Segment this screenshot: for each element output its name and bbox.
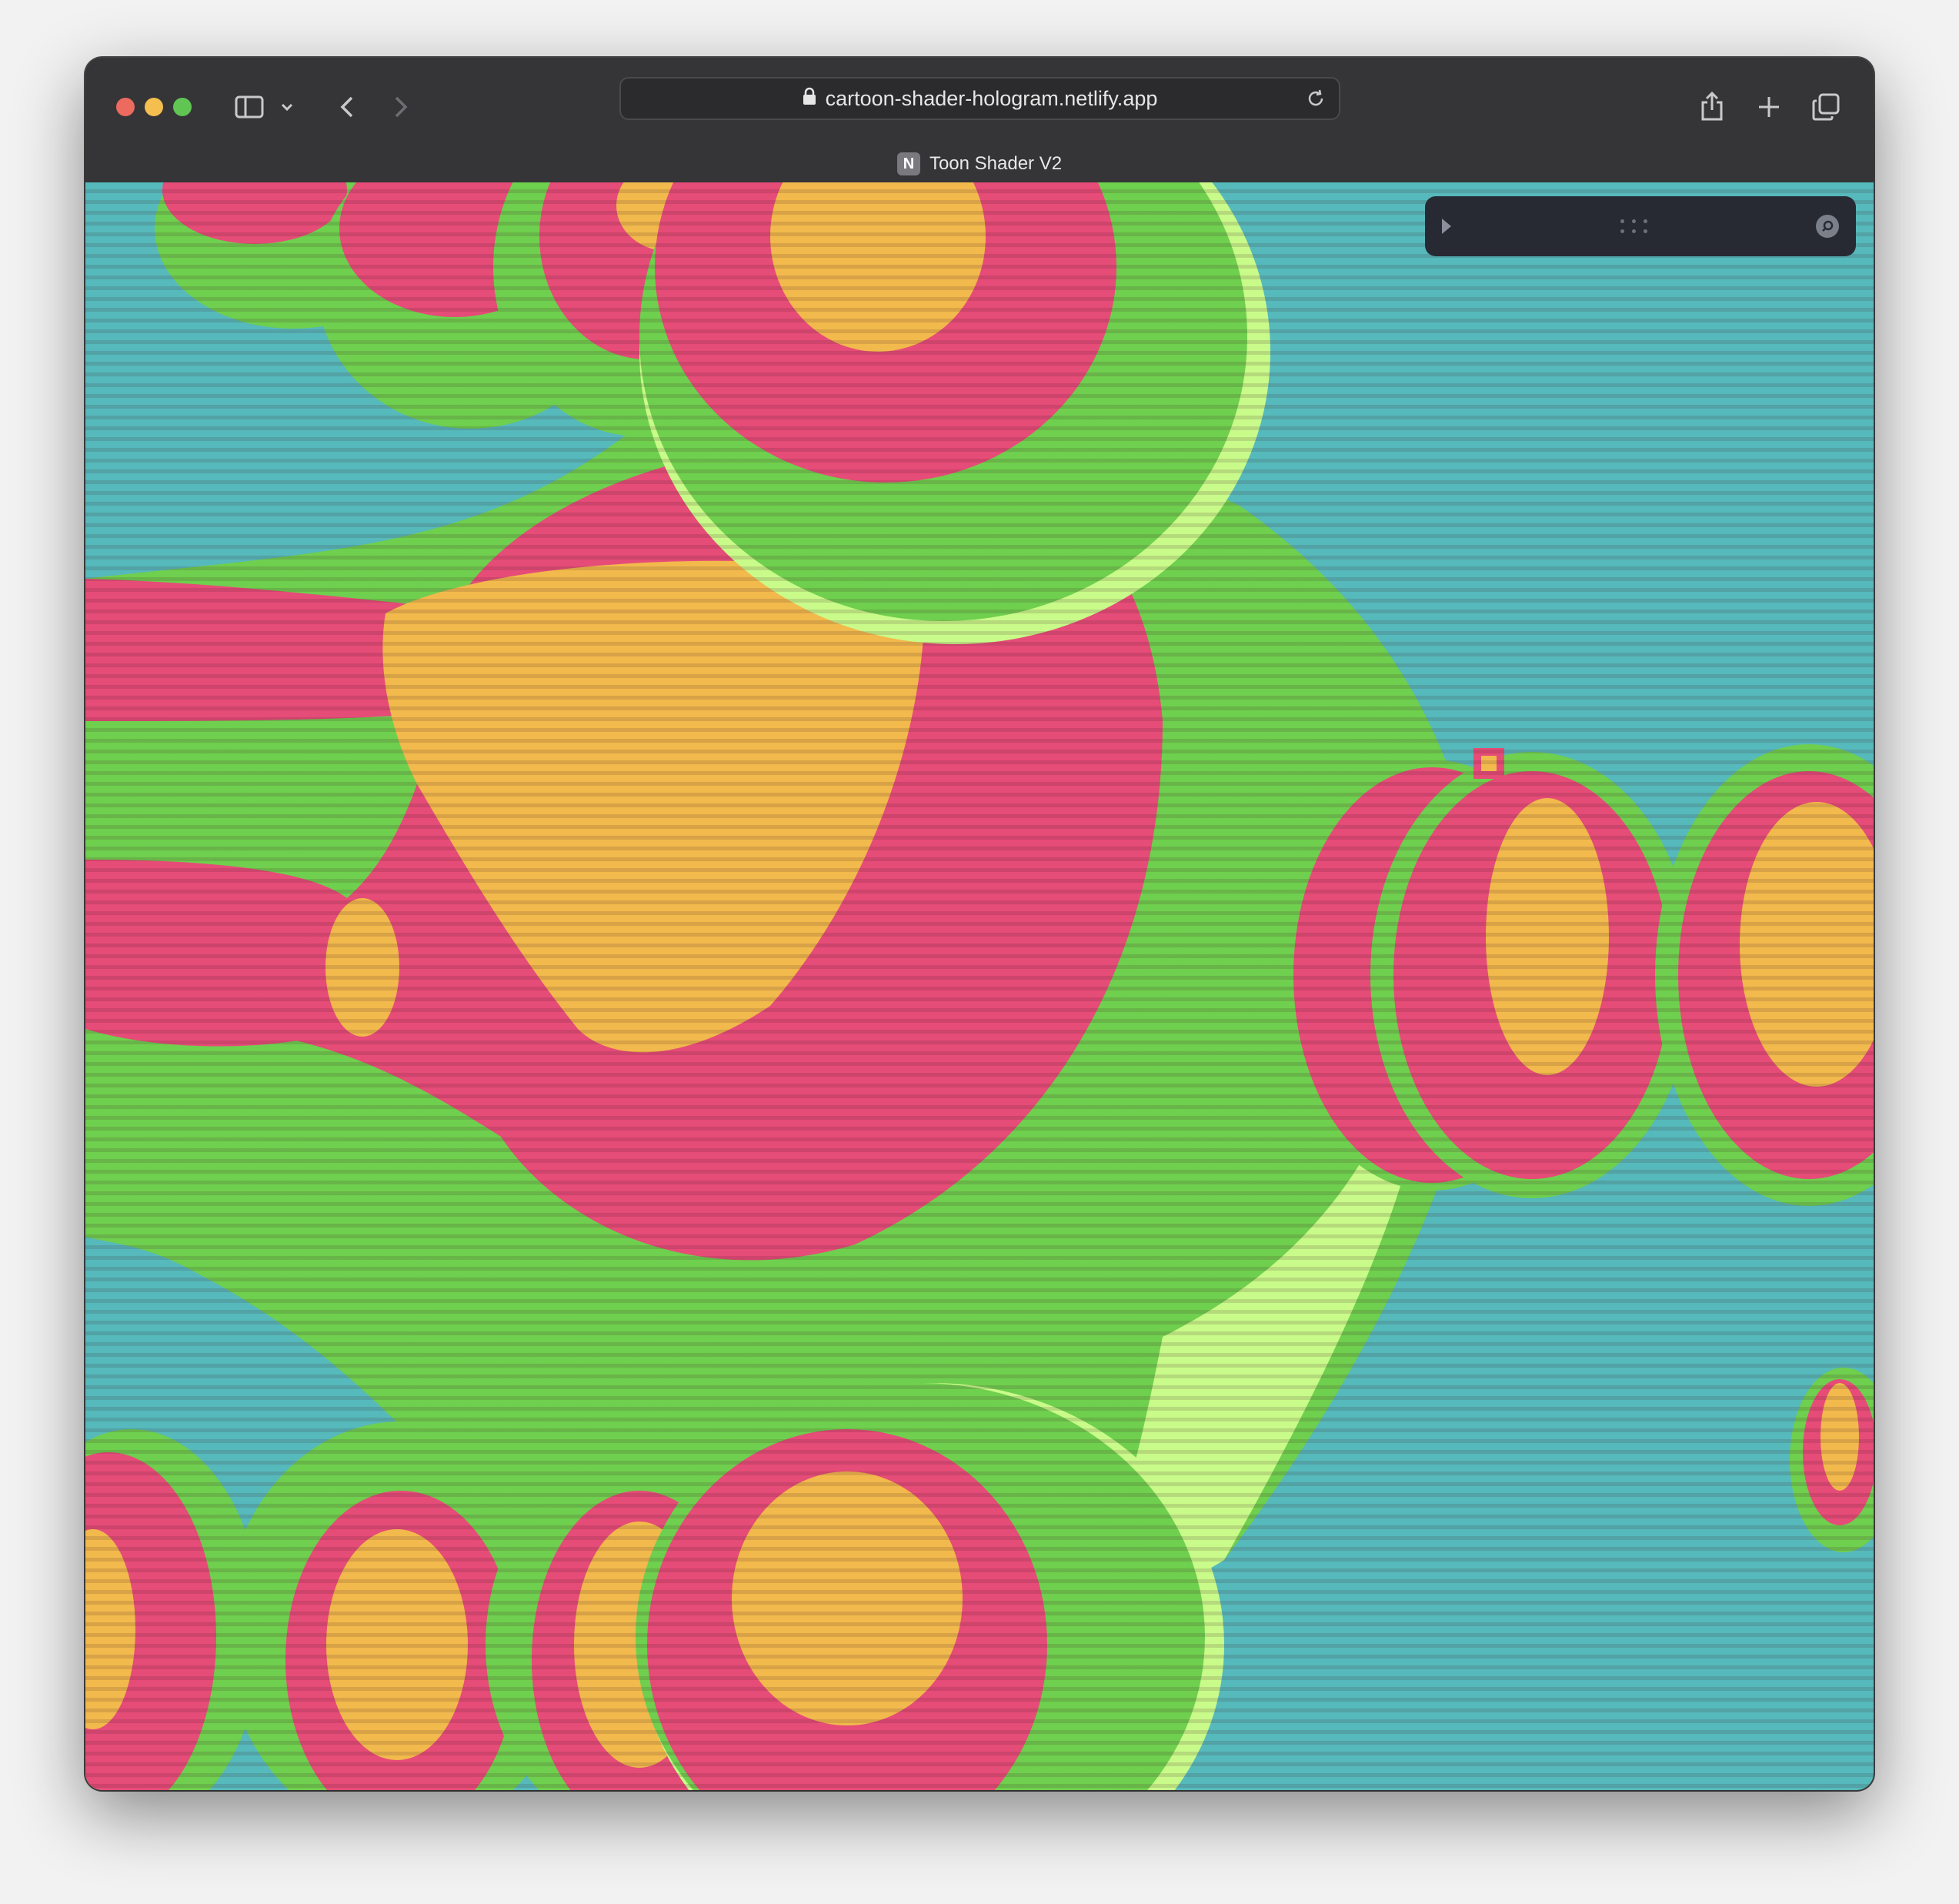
drag-handle-icon[interactable] [1620,219,1647,233]
arm-spot [325,898,399,1037]
sidebar-icon[interactable] [234,92,265,122]
bottom-ring-2-core [326,1529,468,1760]
right-ring-2-core [1486,798,1609,1075]
maximize-window-button[interactable] [173,98,192,116]
webgl-canvas[interactable] [85,182,1874,1790]
reload-icon[interactable] [1305,88,1327,115]
active-tab[interactable]: N Toon Shader V2 [85,149,1874,179]
forward-icon[interactable] [385,92,416,122]
tiny-cube-core [1481,756,1497,771]
controls-panel[interactable] [1425,196,1856,256]
tab-title: Toon Shader V2 [929,153,1063,174]
close-window-button[interactable] [116,98,135,116]
browser-window: cartoon-shader-hologram.netlify.app N To… [85,58,1874,1790]
share-icon[interactable] [1697,89,1727,124]
browser-toolbar: cartoon-shader-hologram.netlify.app N To… [85,58,1874,182]
toon-shader-scene [85,182,1874,1790]
lock-icon [803,87,816,111]
bottom-sphere-core [732,1471,963,1725]
url-text: cartoon-shader-hologram.netlify.app [825,86,1158,110]
site-favicon: N [896,152,920,175]
minimize-window-button[interactable] [145,98,163,116]
new-tab-icon[interactable] [1754,92,1784,122]
tab-overview-icon[interactable] [1809,90,1843,124]
right-small-core [1821,1383,1859,1491]
chevron-down-icon[interactable] [278,95,296,119]
back-icon[interactable] [332,92,362,122]
address-bar[interactable]: cartoon-shader-hologram.netlify.app [619,77,1340,120]
play-icon[interactable] [1442,219,1451,234]
search-icon[interactable] [1816,215,1839,238]
